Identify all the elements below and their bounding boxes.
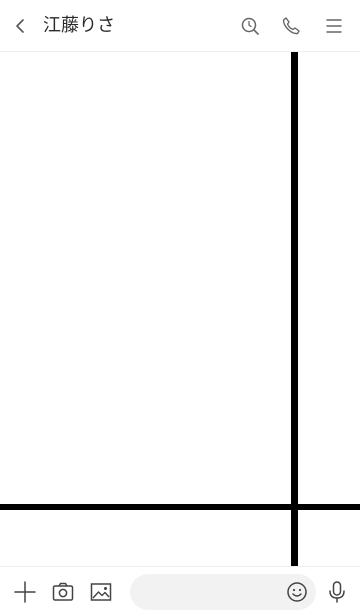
chevron-left-icon <box>8 14 32 38</box>
image-icon <box>88 579 114 605</box>
menu-button[interactable] <box>322 14 346 38</box>
plus-icon <box>12 579 38 605</box>
search-icon <box>238 14 262 38</box>
menu-icon <box>322 14 346 38</box>
add-button[interactable] <box>12 579 38 605</box>
back-button[interactable] <box>8 14 32 38</box>
call-button[interactable] <box>279 14 303 38</box>
camera-icon <box>50 579 76 605</box>
chat-area <box>0 52 360 566</box>
voice-button[interactable] <box>324 579 350 605</box>
chat-title: 江藤りさ <box>43 15 115 36</box>
microphone-icon <box>324 579 350 605</box>
message-input[interactable] <box>144 574 280 610</box>
message-input-wrapper <box>130 574 316 610</box>
image-button[interactable] <box>88 579 114 605</box>
phone-icon <box>279 14 303 38</box>
chat-header: 江藤りさ <box>0 0 360 52</box>
camera-button[interactable] <box>50 579 76 605</box>
emoji-button[interactable] <box>285 580 309 604</box>
horizontal-black-line <box>0 504 360 510</box>
chat-input-bar <box>0 566 360 616</box>
emoji-icon <box>285 580 309 604</box>
vertical-black-line <box>291 52 298 566</box>
search-button[interactable] <box>238 14 262 38</box>
